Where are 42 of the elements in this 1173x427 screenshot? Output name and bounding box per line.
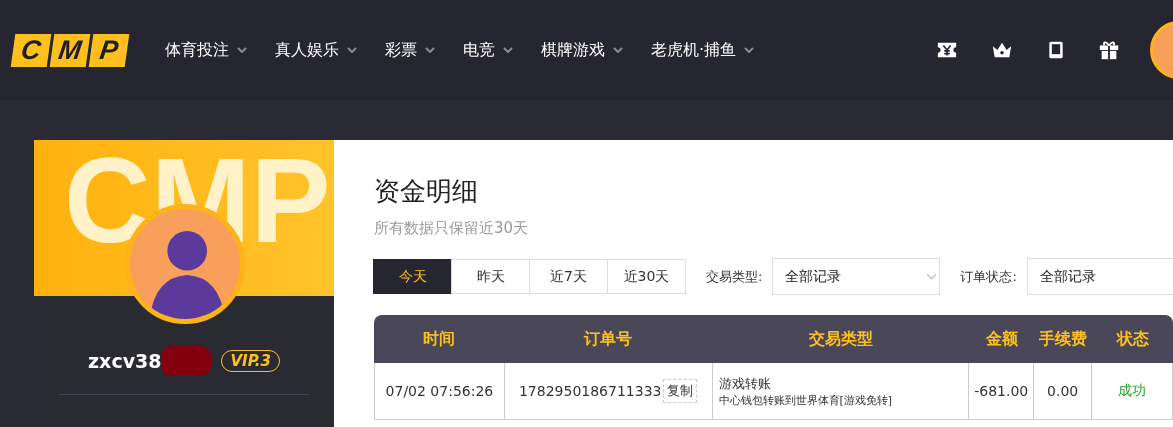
caret-icon [744,47,755,53]
select-field[interactable]: 全部记录 [772,258,941,295]
caret-icon [503,47,513,53]
column-header: 手续费 [1038,328,1088,350]
copy-button[interactable]: 复制 [663,379,698,403]
caret-icon [425,47,435,53]
column-header: 金额 [984,328,1019,350]
page-subtitle: 所有数据只保留近30天 [374,219,530,238]
caret-icon [237,47,247,53]
order-number: 1782950186711333 [518,383,662,399]
date-tab[interactable]: 昨天 [451,259,530,294]
column-header: 订单号 [582,328,633,350]
username: zxcv38 [88,350,162,372]
table-cell: -681.00 [969,363,1035,419]
select-field[interactable]: 全部记录 [1026,258,1173,295]
caret-icon [613,47,623,53]
table-cell: 0.00 [1034,363,1093,419]
page-title: 资金明细 [374,175,479,208]
tablet-icon[interactable] [1046,39,1066,61]
column-header: 时间 [422,328,456,350]
chevron-icon [926,273,938,280]
nav-item[interactable]: 体育投注 [165,39,247,61]
status-text: 成功 [1092,363,1173,419]
transaction-detail: 中心钱包转账到世界体育[游戏免转] [718,392,893,408]
nav-item[interactable]: 老虎机·捕鱼 [651,39,755,61]
filter-label: 订单状态: [960,267,1017,286]
nav-item[interactable]: 彩票 [385,39,435,61]
gift-icon[interactable] [1098,39,1120,61]
logo[interactable]: C M P [13,33,127,67]
filter-label: 交易类型: [706,267,763,286]
column-header: 交易类型 [807,328,874,350]
redaction-mark [161,346,212,376]
table-cell: 07/02 07:56:26 [375,363,505,419]
caret-icon [347,47,357,53]
nav-item[interactable]: 棋牌游戏 [541,39,623,61]
date-tab[interactable]: 近7天 [529,259,608,294]
nav-item[interactable]: 电竞 [463,39,513,61]
column-header: 状态 [1115,328,1150,350]
date-tab[interactable]: 今天 [373,259,452,294]
date-tab[interactable]: 近30天 [607,259,686,294]
nav-item[interactable]: 真人娱乐 [275,39,357,61]
transaction-type: 游戏转账 [718,374,771,393]
